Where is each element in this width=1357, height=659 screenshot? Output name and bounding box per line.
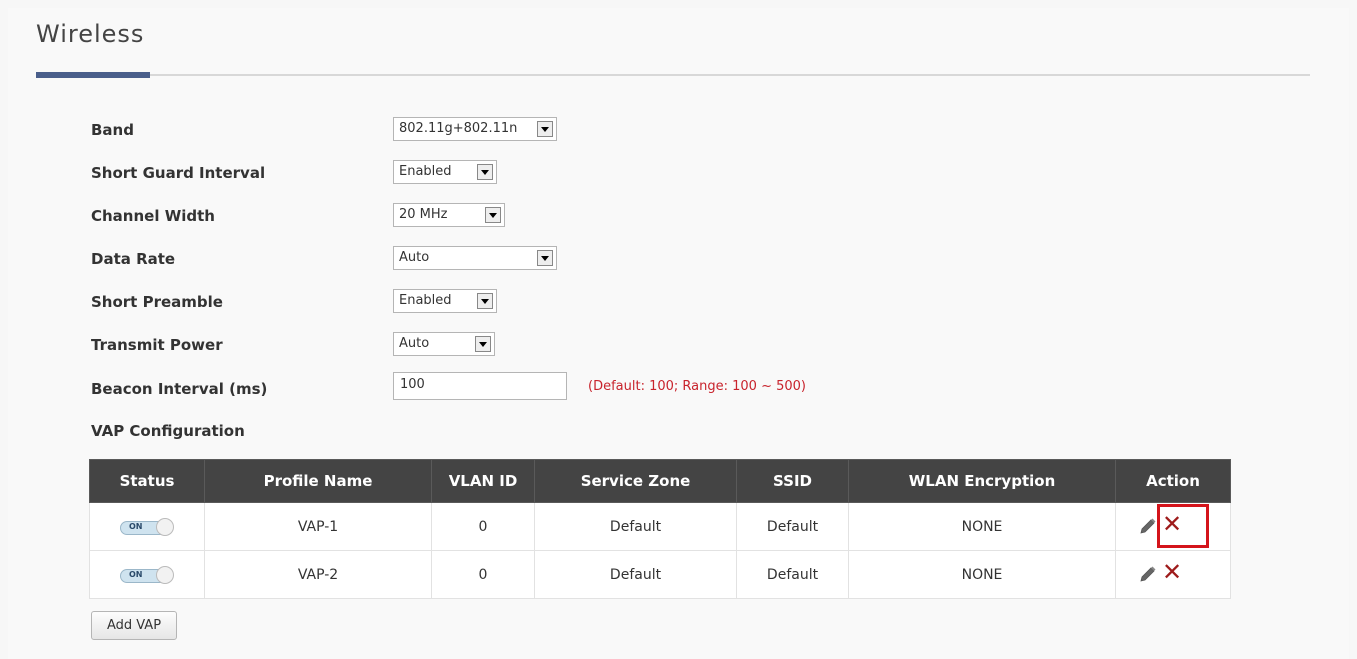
toggle-on-label: ON	[129, 521, 143, 531]
band-label: Band	[91, 121, 134, 139]
channel-width-value: 20 MHz	[399, 207, 448, 222]
data-rate-label: Data Rate	[91, 250, 176, 268]
vap-table: Status Profile Name VLAN ID Service Zone…	[89, 459, 1231, 599]
column-header-vlan-id: VLAN ID	[431, 459, 535, 503]
column-header-ssid: SSID	[736, 459, 849, 503]
vap-heading: VAP Configuration	[91, 422, 245, 440]
data-rate-value: Auto	[399, 250, 430, 265]
pencil-icon[interactable]	[1138, 516, 1158, 536]
edit-highlight-box	[1157, 504, 1209, 548]
wlan-encryption-cell: NONE	[848, 550, 1116, 599]
table-row: ON VAP-2 0 Default Default NONE ✕	[89, 550, 1231, 599]
service-zone-cell: Default	[534, 550, 737, 599]
column-header-profile-name: Profile Name	[204, 459, 432, 503]
pencil-icon[interactable]	[1138, 564, 1158, 584]
column-header-service-zone: Service Zone	[534, 459, 737, 503]
title-divider	[36, 74, 1310, 76]
ssid-cell: Default	[736, 550, 849, 599]
wlan-encryption-cell: NONE	[848, 502, 1116, 551]
ssid-cell: Default	[736, 502, 849, 551]
status-cell: ON	[89, 550, 205, 599]
profile-name-cell: VAP-2	[204, 550, 432, 599]
beacon-interval-input[interactable]: 100	[393, 372, 567, 400]
beacon-interval-label: Beacon Interval (ms)	[91, 380, 268, 398]
short-preamble-label: Short Preamble	[91, 293, 223, 311]
page-title: Wireless	[36, 20, 145, 48]
action-cell: ✕	[1115, 550, 1231, 599]
toggle-on-label: ON	[129, 569, 143, 579]
chevron-down-icon[interactable]	[485, 207, 501, 223]
toggle-knob[interactable]	[156, 565, 174, 584]
title-divider-accent	[36, 72, 150, 78]
chevron-down-icon[interactable]	[477, 164, 493, 180]
transmit-power-select[interactable]: Auto	[393, 332, 495, 356]
band-value: 802.11g+802.11n	[399, 121, 518, 136]
chevron-down-icon[interactable]	[477, 293, 493, 309]
delete-x-icon[interactable]: ✕	[1162, 560, 1182, 584]
sgi-value: Enabled	[399, 164, 452, 179]
vlan-id-cell: 0	[431, 502, 535, 551]
status-toggle[interactable]: ON	[120, 565, 174, 584]
transmit-power-value: Auto	[399, 336, 430, 351]
column-header-status: Status	[89, 459, 205, 503]
table-row: ON VAP-1 0 Default Default NONE ✕	[89, 502, 1231, 551]
status-toggle[interactable]: ON	[120, 517, 174, 536]
column-header-wlan-encryption: WLAN Encryption	[848, 459, 1116, 503]
add-vap-button[interactable]: Add VAP	[91, 611, 177, 640]
toggle-knob[interactable]	[156, 517, 174, 536]
sgi-label: Short Guard Interval	[91, 164, 266, 182]
channel-width-label: Channel Width	[91, 207, 215, 225]
chevron-down-icon[interactable]	[475, 336, 491, 352]
vlan-id-cell: 0	[431, 550, 535, 599]
sgi-select[interactable]: Enabled	[393, 160, 497, 184]
chevron-down-icon[interactable]	[537, 121, 553, 137]
data-rate-select[interactable]: Auto	[393, 246, 557, 270]
channel-width-select[interactable]: 20 MHz	[393, 203, 505, 227]
band-select[interactable]: 802.11g+802.11n	[393, 117, 557, 141]
service-zone-cell: Default	[534, 502, 737, 551]
vap-header-row: Status Profile Name VLAN ID Service Zone…	[89, 459, 1231, 503]
profile-name-cell: VAP-1	[204, 502, 432, 551]
short-preamble-select[interactable]: Enabled	[393, 289, 497, 313]
chevron-down-icon[interactable]	[537, 250, 553, 266]
column-header-action: Action	[1115, 459, 1231, 503]
short-preamble-value: Enabled	[399, 293, 452, 308]
beacon-interval-hint: (Default: 100; Range: 100 ~ 500)	[588, 379, 806, 394]
transmit-power-label: Transmit Power	[91, 336, 223, 354]
status-cell: ON	[89, 502, 205, 551]
